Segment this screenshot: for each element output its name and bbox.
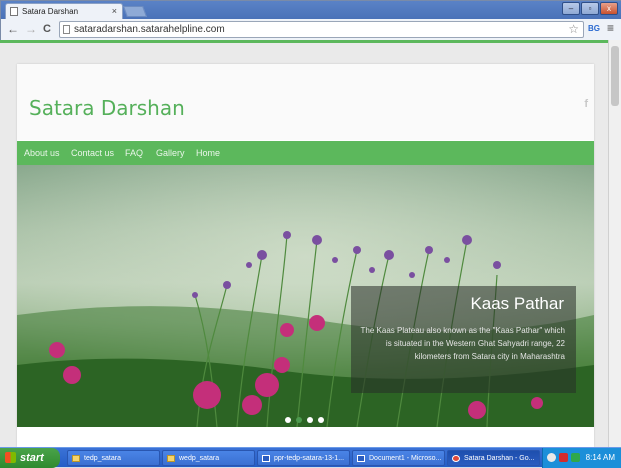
tray-network-icon[interactable]: [571, 453, 580, 462]
start-button[interactable]: start: [0, 448, 60, 468]
minimize-button[interactable]: –: [562, 2, 580, 15]
slider-dot[interactable]: [285, 417, 291, 423]
tab-strip: Satara Darshan × – ▫ x: [1, 1, 621, 19]
nav-faq[interactable]: FAQ: [125, 148, 143, 158]
page-scrollbar[interactable]: [608, 40, 621, 447]
taskbar-item-ppr-tedp[interactable]: ppr-tedp-satara-13-1...: [257, 450, 350, 466]
nav-home[interactable]: Home: [196, 148, 220, 158]
start-label: start: [20, 452, 44, 464]
scrollbar-thumb[interactable]: [611, 46, 619, 106]
slide-text: The Kaas Plateau also known as the "Kaas…: [360, 326, 565, 361]
nav-about-us[interactable]: About us: [24, 148, 60, 158]
bookmark-star-icon[interactable]: ☆: [568, 22, 579, 36]
restore-button[interactable]: ▫: [581, 2, 599, 15]
taskbar-item-label: Satara Darshan - Go...: [464, 455, 535, 462]
taskbar-item-tedp-satara[interactable]: tedp_satara: [67, 450, 160, 466]
slider-pagination: [285, 410, 329, 423]
tray-app-icon[interactable]: [547, 453, 556, 462]
site-header: Satara Darshan f: [17, 64, 594, 140]
taskbar-item-document1[interactable]: Document1 - Microso...: [352, 450, 445, 466]
url-text: sataradarshan.satarahelpline.com: [74, 24, 225, 35]
taskbar-item-satara-darshan[interactable]: Satara Darshan - Go...: [447, 450, 540, 466]
slide-heading: Kaas Pathar: [470, 294, 564, 313]
chrome-icon: [452, 455, 460, 462]
main-nav: About us Contact us FAQ Gallery Home: [17, 141, 594, 165]
facebook-icon[interactable]: f: [584, 98, 588, 110]
windows-taskbar: start tedp_satara wedp_satara ppr-tedp-s…: [0, 447, 621, 468]
slide-caption: Kaas Pathar The Kaas Plateau also known …: [351, 286, 576, 393]
image-slider[interactable]: Kaas Pathar The Kaas Plateau also known …: [17, 165, 594, 427]
nav-gallery[interactable]: Gallery: [156, 148, 185, 158]
slider-dot[interactable]: [296, 417, 302, 423]
folder-icon: [167, 455, 175, 462]
taskbar-clock: 8:14 AM: [585, 453, 615, 462]
folder-icon: [72, 455, 80, 462]
taskbar-item-wedp-satara[interactable]: wedp_satara: [162, 450, 255, 466]
page-icon: [63, 25, 70, 34]
word-document-icon: [357, 455, 365, 462]
slider-dot[interactable]: [318, 417, 324, 423]
page-viewport: Satara Darshan f About us Contact us FAQ…: [0, 40, 608, 447]
tab-close-icon[interactable]: ×: [112, 6, 117, 16]
taskbar-item-label: Document1 - Microso...: [369, 455, 442, 462]
close-button[interactable]: x: [600, 2, 618, 15]
reload-icon[interactable]: C: [43, 23, 51, 35]
site-title[interactable]: Satara Darshan: [29, 96, 185, 120]
address-bar[interactable]: sataradarshan.satarahelpline.com ☆: [59, 21, 584, 38]
extension-icon[interactable]: BG: [588, 24, 600, 33]
browser-toolbar: ← → C sataradarshan.satarahelpline.com ☆…: [1, 19, 621, 41]
new-tab-button[interactable]: [122, 6, 148, 17]
nav-contact-us[interactable]: Contact us: [71, 148, 114, 158]
word-document-icon: [262, 455, 270, 462]
menu-icon[interactable]: ≡: [607, 21, 614, 35]
tray-security-icon[interactable]: [559, 453, 568, 462]
page-container: Satara Darshan f About us Contact us FAQ…: [17, 64, 594, 447]
browser-tab[interactable]: Satara Darshan ×: [5, 3, 123, 19]
taskbar-item-label: tedp_satara: [84, 455, 121, 462]
taskbar-item-label: ppr-tedp-satara-13-1...: [274, 455, 345, 462]
taskbar-item-label: wedp_satara: [179, 455, 220, 462]
windows-logo-icon: [5, 452, 16, 463]
system-tray: 8:14 AM: [542, 448, 621, 468]
top-accent-bar: [0, 40, 608, 43]
back-icon[interactable]: ←: [7, 22, 19, 36]
page-icon: [10, 7, 18, 16]
tab-title: Satara Darshan: [22, 7, 79, 16]
slider-dot[interactable]: [307, 417, 313, 423]
forward-icon[interactable]: →: [25, 22, 37, 36]
